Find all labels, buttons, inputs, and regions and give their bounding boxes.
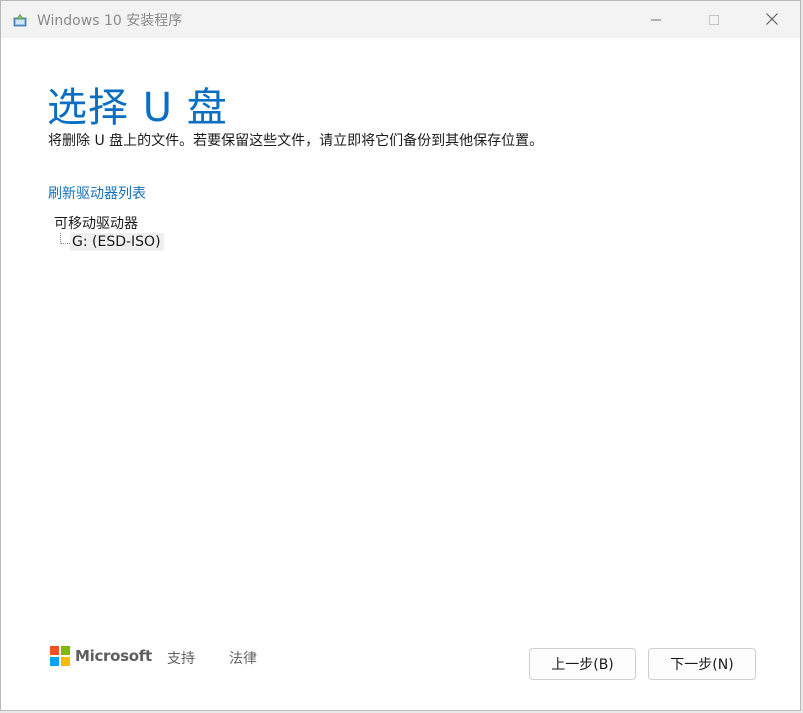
title-bar[interactable]: Windows 10 安装程序 <box>1 1 800 38</box>
next-button[interactable]: 下一步(N) <box>648 648 756 680</box>
setup-window: Windows 10 安装程序 选择 U 盘 将删除 U 盘上的文件。若要保留这… <box>0 0 801 711</box>
page-title: 选择 U 盘 <box>47 85 228 131</box>
microsoft-wordmark: Microsoft <box>75 647 152 665</box>
close-button[interactable] <box>749 1 795 38</box>
drive-group-label: 可移动驱动器 <box>54 216 138 232</box>
microsoft-logo-icon <box>50 646 70 666</box>
maximize-icon <box>709 10 719 29</box>
drive-item-g[interactable]: G: (ESD-ISO) <box>70 233 164 251</box>
maximize-button[interactable] <box>691 1 737 38</box>
back-button[interactable]: 上一步(B) <box>529 648 636 680</box>
tree-connector <box>60 233 70 244</box>
support-link[interactable]: 支持 <box>167 648 195 668</box>
microsoft-logo: Microsoft <box>50 646 152 666</box>
legal-link[interactable]: 法律 <box>229 648 257 668</box>
setup-app-icon <box>13 12 27 27</box>
minimize-icon <box>651 10 661 29</box>
page-subtitle: 将删除 U 盘上的文件。若要保留这些文件，请立即将它们备份到其他保存位置。 <box>48 133 544 149</box>
minimize-button[interactable] <box>633 1 679 38</box>
window-title: Windows 10 安装程序 <box>37 13 183 29</box>
close-icon <box>766 10 778 29</box>
refresh-drives-link[interactable]: 刷新驱动器列表 <box>48 183 146 203</box>
